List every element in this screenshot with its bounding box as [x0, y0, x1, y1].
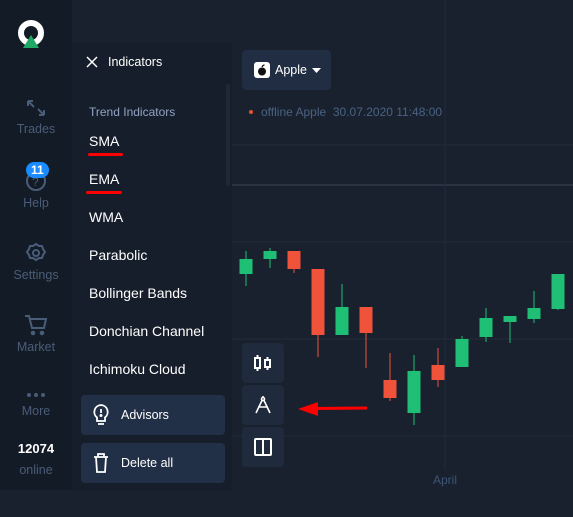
sidebar-item-settings[interactable]: Settings: [0, 242, 72, 282]
chevron-down-icon: [311, 67, 321, 73]
sidebar-item-more[interactable]: More: [0, 390, 72, 418]
sma-underline-annotation: [88, 153, 123, 156]
sidebar-item-trades[interactable]: Trades: [0, 98, 72, 136]
sidebar-item-label: Market: [16, 340, 56, 354]
sidebar-item-label: Trades: [16, 122, 56, 136]
candle-body: [455, 339, 469, 367]
sidebar-item-market[interactable]: Market: [0, 314, 72, 354]
candle-body: [551, 274, 565, 309]
sidebar-item-label: More: [21, 404, 51, 418]
candle-body: [359, 307, 373, 333]
indicator-bollinger-bands[interactable]: Bollinger Bands: [89, 285, 187, 301]
candle-body: [431, 365, 445, 380]
ema-underline-annotation: [86, 191, 122, 194]
online-label: online: [19, 463, 53, 477]
lightbulb-icon: [93, 404, 109, 425]
annotation-arrowhead: [298, 402, 318, 416]
status-text: offline: [261, 105, 293, 119]
delete-all-button[interactable]: Delete all: [81, 443, 225, 483]
close-icon[interactable]: [86, 56, 98, 68]
indicator-wma[interactable]: WMA: [89, 209, 123, 225]
split-layout-icon: [254, 438, 272, 456]
sidebar-item-label: Help: [23, 196, 49, 210]
indicator-sma[interactable]: SMA: [89, 133, 119, 149]
candle-body: [239, 259, 253, 274]
candle-body: [527, 308, 541, 319]
gear-icon: [25, 242, 47, 262]
drawing-tools-button[interactable]: [242, 385, 284, 425]
advisors-label: Advisors: [121, 408, 169, 422]
chart-type-button[interactable]: [242, 343, 284, 383]
panel-title: Indicators: [108, 55, 163, 69]
candle-body: [311, 269, 325, 335]
online-count: 12074: [17, 441, 55, 456]
x-axis-label: April: [433, 473, 458, 487]
candlestick-icon: [254, 355, 271, 371]
panel-scrollbar[interactable]: [226, 84, 230, 186]
indicator-parabolic[interactable]: Parabolic: [89, 247, 147, 263]
candle-body: [479, 318, 493, 337]
status-dot-icon: [249, 110, 253, 114]
delete-all-label: Delete all: [121, 456, 174, 470]
sidebar: Trades ? Help 11 Settings Market More 12…: [0, 0, 72, 490]
trades-arrows-icon: [27, 100, 45, 116]
candle-body: [407, 371, 421, 413]
annotation-arrow: [311, 406, 368, 410]
logo-icon[interactable]: [17, 20, 45, 48]
candle-body: [335, 307, 349, 335]
asset-name: Apple: [275, 63, 307, 77]
indicator-donchian-channel[interactable]: Donchian Channel: [89, 323, 204, 339]
connection-status: offline Apple 30.07.2020 11:48:00: [249, 105, 442, 119]
cart-icon: [25, 315, 48, 336]
candle-body: [383, 380, 397, 398]
section-heading: Trend Indicators: [89, 105, 176, 119]
status-timestamp: 30.07.2020 11:48:00: [332, 105, 443, 119]
asset-selector[interactable]: Apple: [242, 50, 331, 90]
apple-logo-icon: [254, 62, 270, 78]
notification-badge: 11: [26, 162, 49, 178]
indicators-panel: Indicators Trend Indicators SMA EMA WMA …: [72, 42, 232, 490]
trash-icon: [94, 453, 108, 473]
more-dots-icon: [27, 393, 45, 397]
compass-icon: [255, 396, 271, 414]
candle-body: [263, 251, 277, 259]
candle-body: [503, 316, 517, 322]
panel-header: Indicators: [86, 55, 162, 69]
indicator-ichimoku-cloud[interactable]: Ichimoku Cloud: [89, 361, 186, 377]
layout-button[interactable]: [242, 427, 284, 467]
candle-body: [287, 251, 301, 269]
sidebar-item-label: Settings: [13, 268, 59, 282]
advisors-button[interactable]: Advisors: [81, 395, 225, 435]
status-asset: Apple: [295, 105, 327, 119]
indicator-ema[interactable]: EMA: [89, 171, 119, 187]
